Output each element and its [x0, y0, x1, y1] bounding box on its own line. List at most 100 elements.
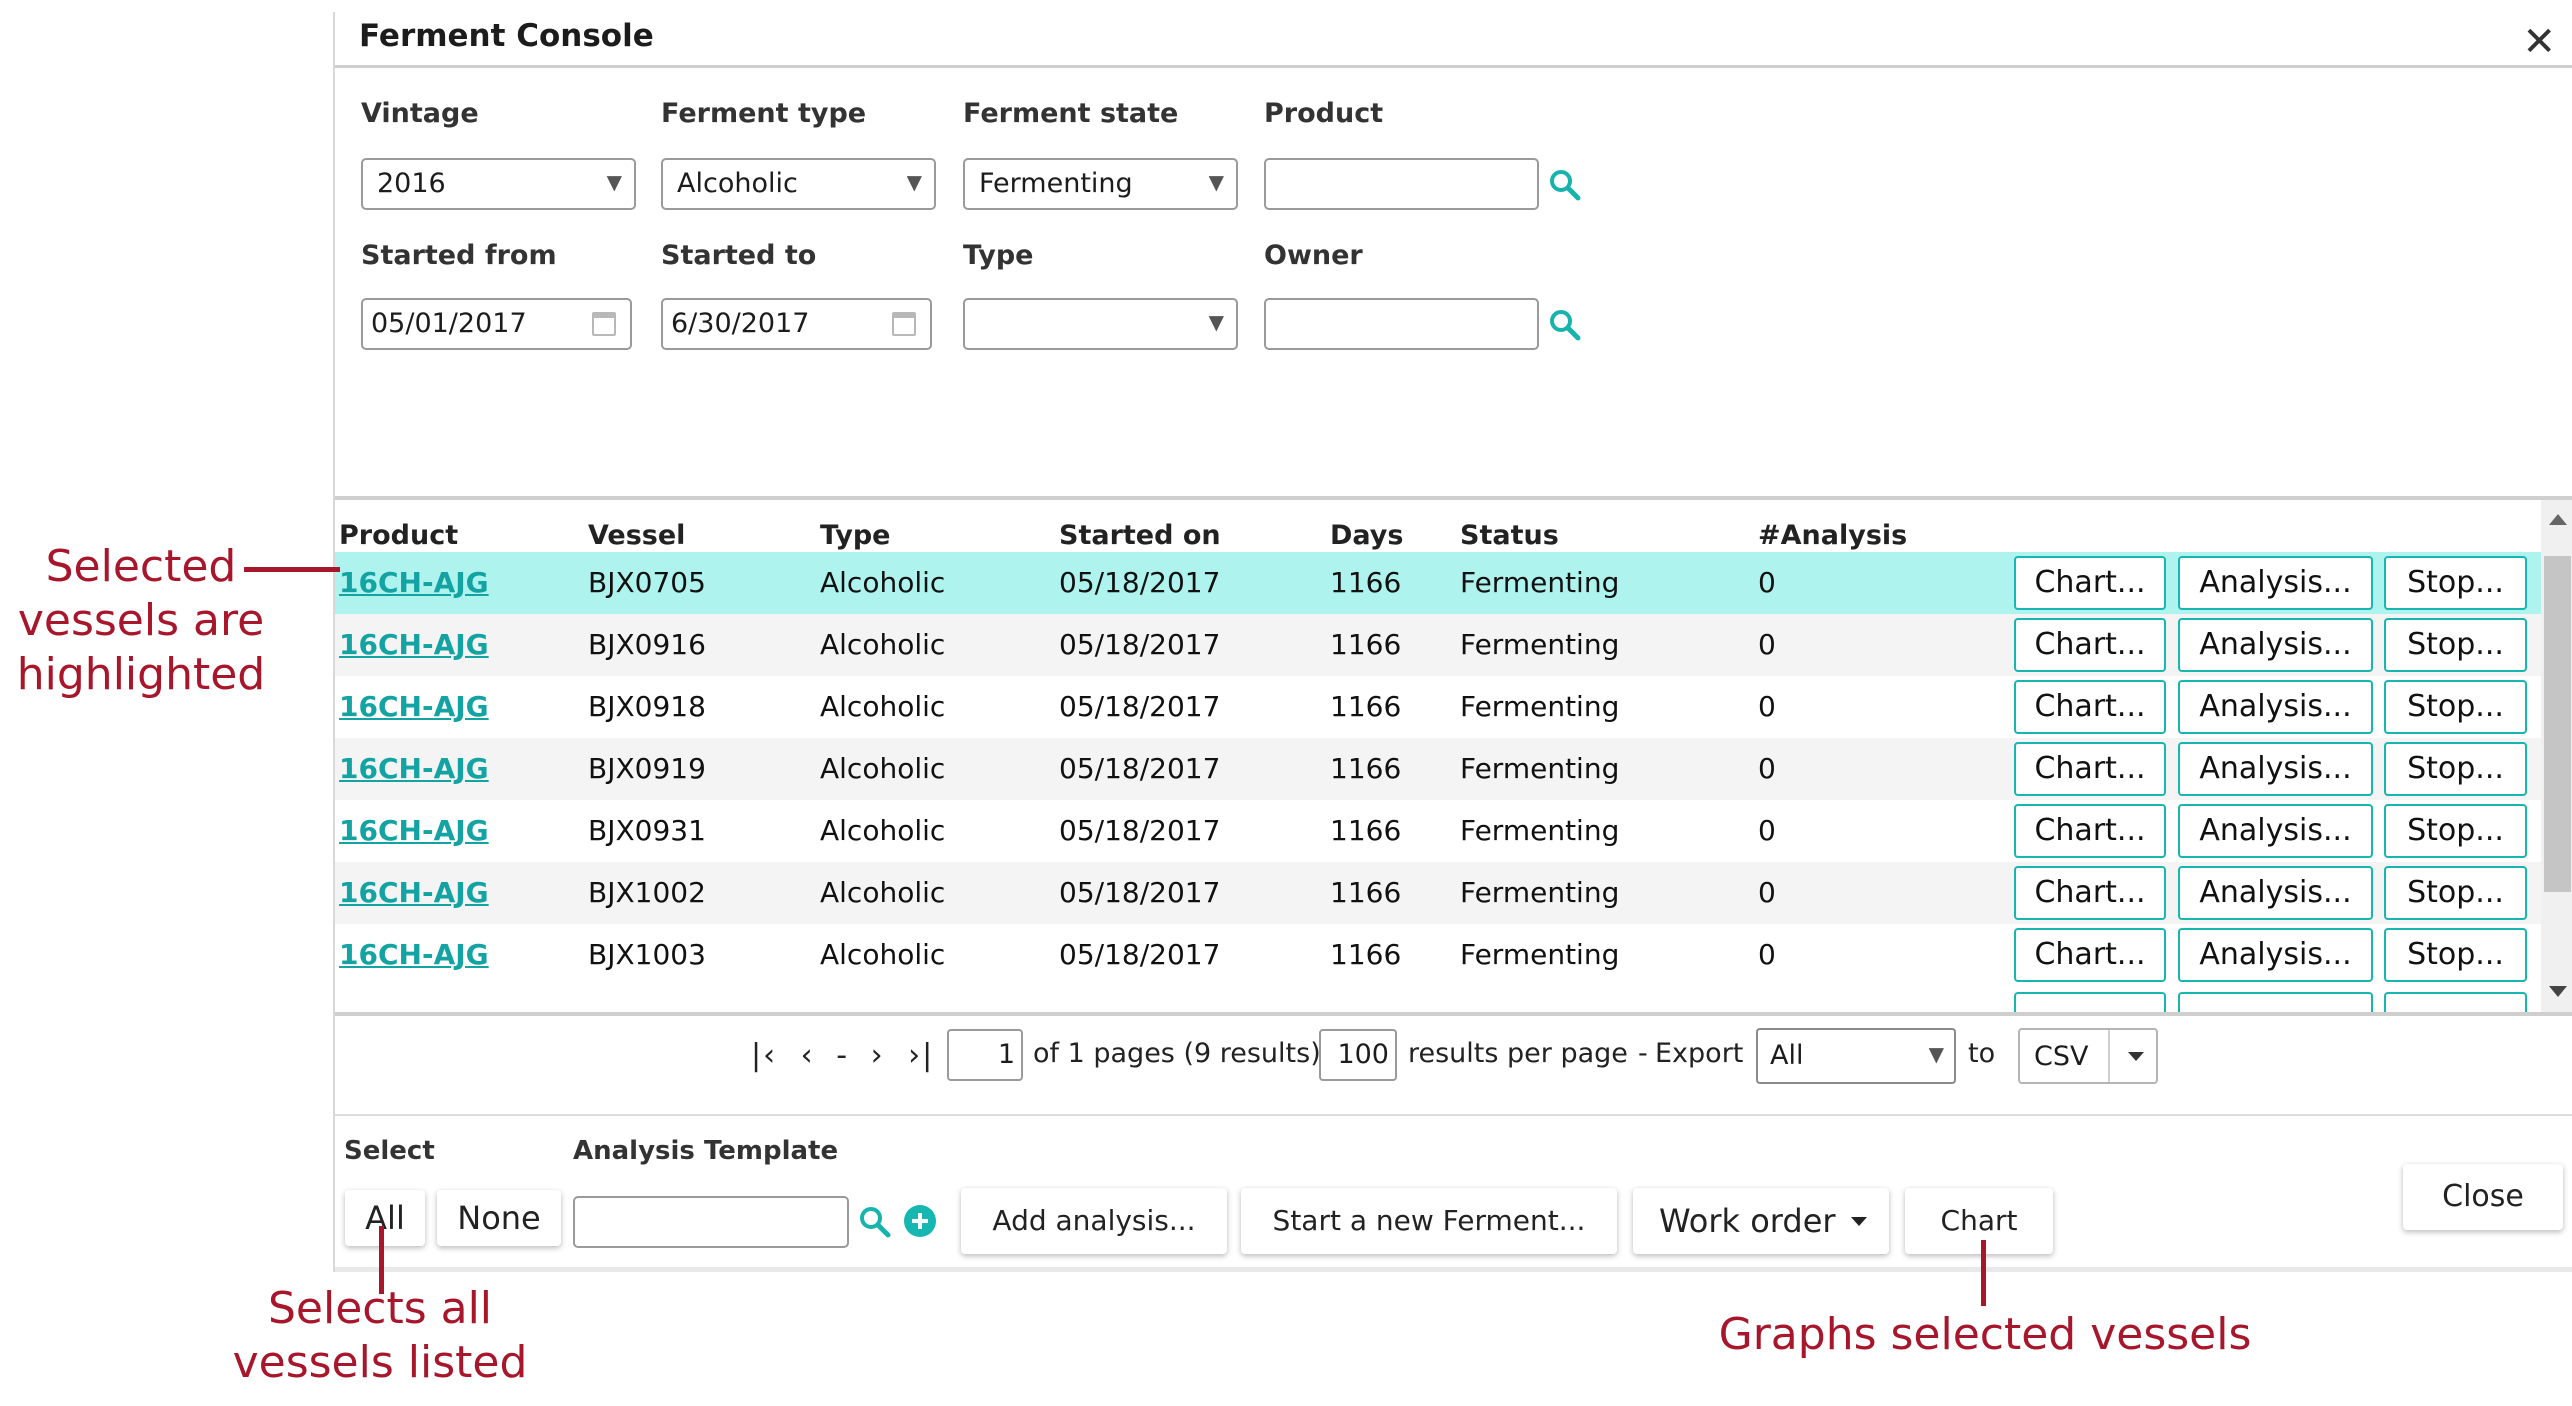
chart-row-button[interactable]: Chart...	[2014, 866, 2166, 920]
stop-row-button[interactable]: Stop...	[2384, 804, 2527, 858]
close-button[interactable]: Close	[2403, 1164, 2563, 1230]
column-header-type[interactable]: Type	[820, 520, 890, 551]
per-page-input[interactable]: 100	[1319, 1029, 1397, 1081]
column-header-days[interactable]: Days	[1330, 520, 1403, 551]
product-cell[interactable]: 16CH-AJG	[339, 876, 489, 909]
status-cell: Fermenting	[1460, 566, 1620, 599]
stop-row-button[interactable]	[2384, 992, 2527, 1012]
ferment-console-window: Ferment Console ✕ Vintage Ferment type F…	[333, 12, 2572, 1274]
export-to-label: to	[1968, 1038, 1996, 1069]
owner-label: Owner	[1264, 240, 1363, 271]
owner-input[interactable]	[1264, 298, 1539, 350]
work-order-button[interactable]: Work order	[1633, 1188, 1889, 1254]
days-cell: 1166	[1330, 938, 1402, 971]
product-cell[interactable]: 16CH-AJG	[339, 566, 489, 599]
export-format-select[interactable]: CSV	[2018, 1028, 2158, 1084]
format-divider	[2108, 1030, 2110, 1082]
scroll-down-icon[interactable]	[2549, 986, 2567, 997]
analysis-row-button[interactable]: Analysis...	[2178, 556, 2373, 610]
stop-row-button[interactable]: Stop...	[2384, 866, 2527, 920]
first-page-icon[interactable]: |‹	[751, 1038, 777, 1073]
add-analysis-button[interactable]: Add analysis...	[961, 1188, 1227, 1254]
product-cell[interactable]: 16CH-AJG	[339, 938, 489, 971]
export-scope-select[interactable]: All ▼	[1756, 1028, 1956, 1084]
product-cell[interactable]: 16CH-AJG	[339, 752, 489, 785]
chart-row-button[interactable]: Chart...	[2014, 804, 2166, 858]
analysis-row-button[interactable]: Analysis...	[2178, 618, 2373, 672]
chart-row-button[interactable]	[2014, 992, 2166, 1012]
vintage-select[interactable]: 2016 ▼	[361, 158, 636, 210]
ferment-type-select[interactable]: Alcoholic ▼	[661, 158, 936, 210]
column-header-status[interactable]: Status	[1460, 520, 1559, 551]
annotation-selected-highlight: Selected vessels are highlighted	[6, 540, 276, 702]
table-row[interactable]: 16CH-AJG BJX0705 Alcoholic 05/18/2017 1166 Fe…	[335, 552, 2541, 614]
chart-row-button[interactable]: Chart...	[2014, 618, 2166, 672]
calendar-icon[interactable]	[892, 312, 916, 336]
stop-row-button[interactable]: Stop...	[2384, 618, 2527, 672]
chart-row-button[interactable]: Chart...	[2014, 680, 2166, 734]
table-row[interactable]: 16CH-AJG BJX1003 Alcoholic 05/18/2017 1166 Fe…	[335, 924, 2541, 986]
stop-row-button[interactable]: Stop...	[2384, 742, 2527, 796]
grid-vertical-scrollbar[interactable]	[2541, 500, 2572, 1012]
table-row[interactable]: 16CH-AJG BJX0918 Alcoholic 05/18/2017 1166 Fe…	[335, 676, 2541, 738]
table-row[interactable]: 16CH-AJG BJX0916 Alcoholic 05/18/2017 1166 Fe…	[335, 614, 2541, 676]
annotation-line: Selected	[45, 541, 237, 592]
owner-search-icon[interactable]	[1547, 307, 1581, 341]
page-number-input[interactable]: 1	[947, 1029, 1023, 1081]
chart-button[interactable]: Chart	[1905, 1188, 2053, 1254]
table-row[interactable]: 16CH-AJG BJX1002 Alcoholic 05/18/2017 1166 Fe…	[335, 862, 2541, 924]
column-header-started-on[interactable]: Started on	[1059, 520, 1221, 551]
annotation-graphs: Graphs selected vessels	[1718, 1309, 2252, 1360]
select-none-button[interactable]: None	[437, 1190, 561, 1246]
started-to-date[interactable]: 6/30/2017	[661, 298, 932, 350]
type-select[interactable]: ▼	[963, 298, 1238, 350]
template-search-icon[interactable]	[857, 1204, 891, 1238]
ferment-state-select[interactable]: Fermenting ▼	[963, 158, 1238, 210]
table-row[interactable]: 16CH-AJG BJX0931 Alcoholic 05/18/2017 1166 Fe…	[335, 800, 2541, 862]
stop-row-button[interactable]: Stop...	[2384, 680, 2527, 734]
scrollbar-thumb[interactable]	[2544, 556, 2571, 892]
started-on-cell: 05/18/2017	[1059, 690, 1221, 723]
analysis-row-button[interactable]: Analysis...	[2178, 680, 2373, 734]
days-cell: 1166	[1330, 752, 1402, 785]
days-cell: 1166	[1330, 876, 1402, 909]
analysis-count-cell: 0	[1758, 938, 1776, 971]
product-cell[interactable]: 16CH-AJG	[339, 690, 489, 723]
start-ferment-button[interactable]: Start a new Ferment...	[1241, 1188, 1617, 1254]
table-row[interactable]: 16CH-AJG BJX0919 Alcoholic 05/18/2017 1166 Fe…	[335, 738, 2541, 800]
analysis-row-button[interactable]: Analysis...	[2178, 866, 2373, 920]
analysis-row-button[interactable]: Analysis...	[2178, 928, 2373, 982]
chart-row-button[interactable]: Chart...	[2014, 928, 2166, 982]
add-template-icon[interactable]	[903, 1204, 937, 1238]
started-on-cell: 05/18/2017	[1059, 566, 1221, 599]
prev-page-icon[interactable]: ‹	[801, 1038, 815, 1073]
column-header-vessel[interactable]: Vessel	[588, 520, 685, 551]
column-header-product[interactable]: Product	[339, 520, 458, 551]
type-cell: Alcoholic	[820, 814, 946, 847]
product-input[interactable]	[1264, 158, 1539, 210]
days-cell: 1166	[1330, 628, 1402, 661]
last-page-icon[interactable]: ›|	[908, 1038, 934, 1073]
select-all-button[interactable]: All	[345, 1190, 425, 1246]
column-header-analysis[interactable]: #Analysis	[1758, 520, 1907, 551]
calendar-icon[interactable]	[592, 312, 616, 336]
chart-row-button[interactable]: Chart...	[2014, 556, 2166, 610]
stop-row-button[interactable]: Stop...	[2384, 928, 2527, 982]
started-from-date[interactable]: 05/01/2017	[361, 298, 632, 350]
product-cell[interactable]: 16CH-AJG	[339, 814, 489, 847]
product-search-icon[interactable]	[1547, 167, 1581, 201]
analysis-row-button[interactable]: Analysis...	[2178, 742, 2373, 796]
chart-row-button[interactable]: Chart...	[2014, 742, 2166, 796]
analysis-template-label: Analysis Template	[573, 1136, 839, 1166]
analysis-template-input[interactable]	[573, 1196, 849, 1248]
close-icon[interactable]: ✕	[2522, 22, 2556, 62]
status-cell: Fermenting	[1460, 690, 1620, 723]
stop-row-button[interactable]: Stop...	[2384, 556, 2527, 610]
product-cell[interactable]: 16CH-AJG	[339, 628, 489, 661]
product-label: Product	[1264, 98, 1384, 129]
started-from-label: Started from	[361, 240, 557, 271]
analysis-row-button[interactable]: Analysis...	[2178, 804, 2373, 858]
next-page-icon[interactable]: ›	[871, 1038, 885, 1073]
analysis-row-button[interactable]	[2178, 992, 2373, 1012]
scroll-up-icon[interactable]	[2549, 514, 2567, 525]
